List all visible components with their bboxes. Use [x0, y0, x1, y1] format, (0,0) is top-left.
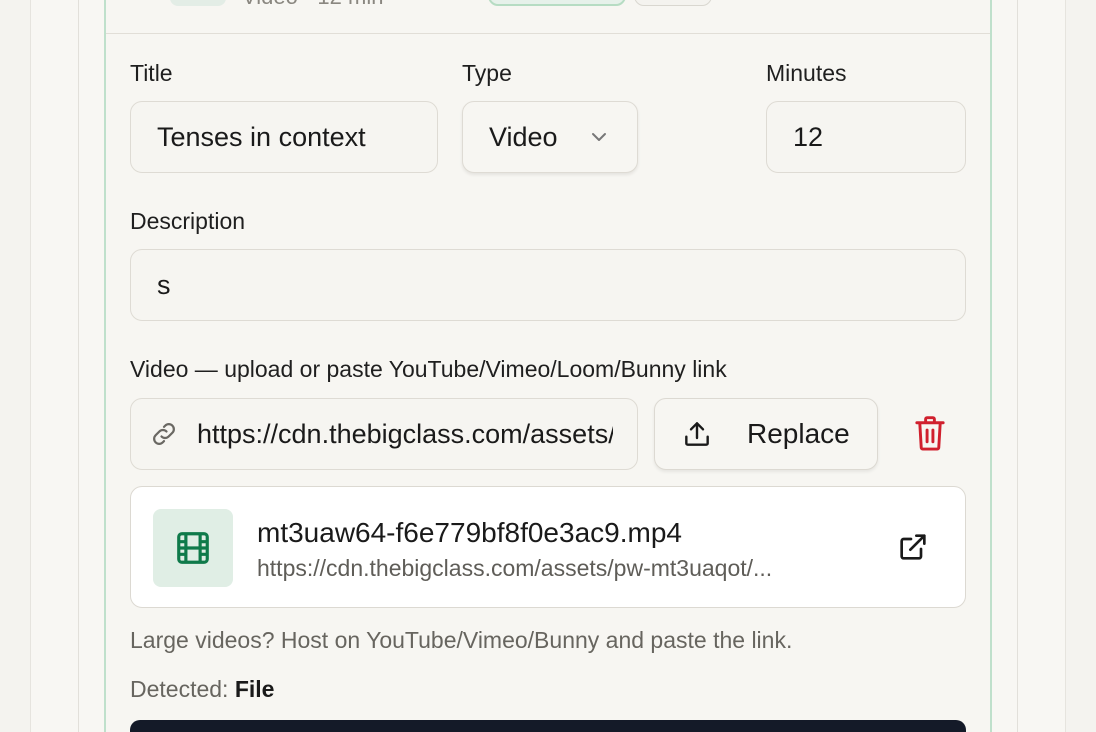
external-link-icon[interactable] [897, 531, 929, 563]
status-pill[interactable] [488, 0, 626, 6]
minutes-input-value: 12 [793, 121, 824, 152]
file-name: mt3uaw64-f6e779bf8f0e3ac9.mp4 [257, 517, 682, 548]
description-label: Description [130, 208, 246, 234]
type-select-value: Video [489, 121, 558, 152]
minutes-input[interactable]: 12 [766, 101, 966, 173]
lesson-thumbnail [170, 0, 226, 6]
uploaded-file-card: mt3uaw64-f6e779bf8f0e3ac9.mp4 https://cd… [130, 486, 966, 608]
film-icon [177, 532, 209, 564]
video-url-input[interactable]: https://cdn.thebigclass.com/assets/pw-mt… [130, 398, 638, 470]
chevron-down-icon [592, 133, 606, 141]
minutes-label: Minutes [766, 60, 847, 86]
lesson-meta: Video · 12 min [242, 0, 383, 10]
detected-label: Detected: [130, 676, 229, 702]
video-player[interactable] [130, 720, 966, 732]
file-icon-box [153, 509, 233, 587]
description-input[interactable]: s [130, 249, 966, 321]
description-input-value: s [157, 269, 171, 300]
replace-button-label: Replace [747, 418, 850, 449]
file-url: https://cdn.thebigclass.com/assets/pw-mt… [257, 555, 773, 581]
hosting-hint: Large videos? Host on YouTube/Vimeo/Bunn… [130, 627, 793, 653]
lesson-header: Video · 12 min [106, 0, 990, 34]
type-label: Type [462, 60, 512, 86]
title-label: Title [130, 60, 173, 86]
detected-value: File [234, 676, 275, 702]
link-icon [153, 423, 175, 445]
replace-button[interactable]: Replace [654, 398, 878, 470]
video-url-value: https://cdn.thebigclass.com/assets/pw-mt… [197, 418, 613, 449]
title-input[interactable]: Tenses in context [130, 101, 438, 173]
trash-icon[interactable] [912, 414, 948, 452]
title-input-value: Tenses in context [157, 121, 366, 152]
detected-type: Detected: File [130, 676, 274, 703]
type-select[interactable]: Video [462, 101, 638, 173]
action-pill[interactable] [634, 0, 712, 6]
video-label: Video — upload or paste YouTube/Vimeo/Lo… [130, 356, 727, 382]
upload-icon [685, 422, 709, 446]
